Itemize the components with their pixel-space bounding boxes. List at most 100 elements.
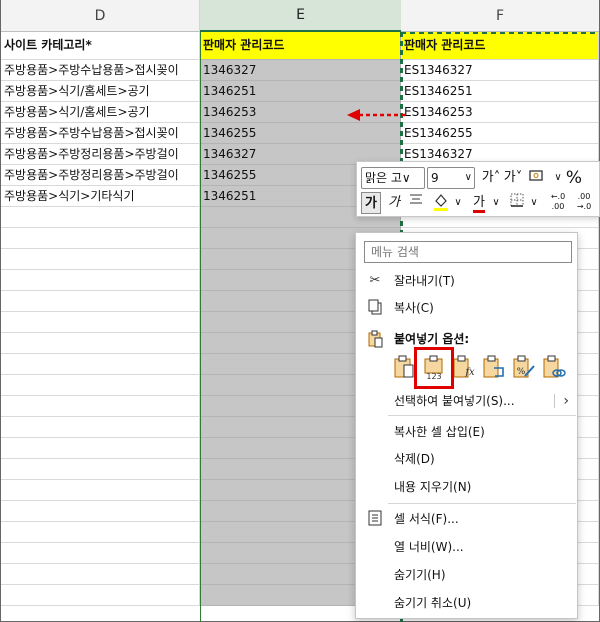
increase-decimal-button[interactable]: ←.0 .00: [547, 192, 569, 214]
cell-f[interactable]: ES1346327: [401, 60, 599, 81]
menu-item-insert-copied[interactable]: 복사한 셀 삽입(E): [356, 420, 577, 444]
red-arrow-annotation: [347, 109, 405, 121]
chevron-right-icon[interactable]: ›: [563, 389, 569, 413]
table-row: 주방용품>식기/홈세트>공기 1346253 ES1346253: [1, 102, 599, 123]
column-header-label: D: [94, 7, 106, 24]
empty-cell[interactable]: [1, 270, 200, 291]
empty-cell[interactable]: [1, 501, 200, 522]
menu-item-label: 숨기기(H): [394, 568, 446, 582]
font-color-button[interactable]: 가: [469, 192, 489, 214]
cell-f[interactable]: ES1346253: [401, 102, 599, 123]
empty-cell[interactable]: [1, 564, 200, 585]
percent-button[interactable]: %: [563, 167, 585, 189]
copy-icon: [366, 299, 384, 317]
scissors-icon: ✂: [369, 273, 381, 288]
menu-item-label: 선택하여 붙여넣기(S)...: [394, 394, 515, 408]
paste-link-icon[interactable]: [542, 354, 566, 380]
cell-f[interactable]: ES1346255: [401, 123, 599, 144]
bold-button[interactable]: 가: [361, 192, 381, 214]
menu-item-copy[interactable]: 복사(C): [356, 296, 577, 320]
table-header-row: 사이트 카테고리* 판매자 관리코드 판매자 관리코드: [1, 32, 599, 60]
decrease-decimal-button[interactable]: .00 →.0: [573, 192, 595, 214]
cell-e-header[interactable]: 판매자 관리코드: [200, 32, 401, 60]
empty-cell[interactable]: [1, 522, 200, 543]
cell-d[interactable]: 주방용품>식기/홈세트>공기: [1, 102, 200, 123]
chevron-down-icon[interactable]: ∨: [553, 167, 563, 189]
cell-d-header[interactable]: 사이트 카테고리*: [1, 32, 200, 60]
divider: [388, 503, 576, 504]
paste-options-header: 붙여넣기 옵션:: [356, 327, 577, 351]
empty-cell[interactable]: [1, 228, 200, 249]
menu-item-format-cells[interactable]: 셀 서식(F)...: [356, 507, 577, 531]
menu-item-label: 셀 서식(F)...: [394, 512, 459, 526]
chevron-down-icon[interactable]: ∨: [529, 192, 539, 214]
align-center-icon[interactable]: [407, 192, 425, 214]
empty-cell[interactable]: [1, 396, 200, 417]
paste-formula-label: fx: [464, 367, 475, 378]
column-header-f[interactable]: F: [401, 0, 599, 32]
cell-e[interactable]: 1346255: [200, 123, 401, 144]
increase-font-button[interactable]: 가˄: [481, 167, 501, 189]
italic-button[interactable]: 가: [385, 192, 403, 214]
menu-item-label: 내용 지우기(N): [394, 480, 472, 494]
paste-icon[interactable]: [392, 354, 416, 380]
cell-e[interactable]: 1346327: [200, 60, 401, 81]
cell-d[interactable]: 주방용품>주방정리용품>주방걸이: [1, 165, 200, 186]
menu-item-label: 복사(C): [394, 301, 434, 315]
chevron-down-icon[interactable]: ∨: [453, 192, 463, 214]
cell-d[interactable]: 주방용품>식기/홈세트>공기: [1, 81, 200, 102]
svg-text:%: %: [517, 367, 526, 377]
table-row: 주방용품>식기/홈세트>공기 1346251 ES1346251: [1, 81, 599, 102]
divider: [388, 415, 576, 416]
paste-formatting-icon[interactable]: %: [512, 354, 536, 380]
cell-d[interactable]: 주방용품>주방수납용품>접시꽂이: [1, 60, 200, 81]
empty-cell[interactable]: [1, 417, 200, 438]
copy-marquee-top: [401, 32, 599, 34]
column-header-e[interactable]: E: [200, 0, 401, 32]
empty-cell[interactable]: [1, 207, 200, 228]
menu-item-column-width[interactable]: 열 너비(W)...: [356, 535, 577, 559]
cell-f-header[interactable]: 판매자 관리코드: [401, 32, 599, 60]
cell-e[interactable]: 1346251: [200, 81, 401, 102]
accounting-format-icon[interactable]: [527, 167, 549, 189]
empty-cell[interactable]: [1, 585, 200, 606]
menu-search-input[interactable]: [364, 241, 572, 263]
format-cells-icon: [366, 510, 384, 528]
borders-icon[interactable]: [507, 192, 527, 214]
empty-cell[interactable]: [1, 543, 200, 564]
menu-item-hide[interactable]: 숨기기(H): [356, 563, 577, 587]
chevron-down-icon: ∨: [464, 172, 472, 183]
empty-cell[interactable]: [1, 249, 200, 270]
fill-color-icon[interactable]: [431, 192, 451, 214]
empty-cell[interactable]: [1, 354, 200, 375]
cell-d[interactable]: 주방용품>식기>기타식기: [1, 186, 200, 207]
empty-cell[interactable]: [1, 459, 200, 480]
column-header-label: E: [296, 7, 305, 23]
font-size-dropdown[interactable]: 9 ∨: [427, 167, 475, 189]
empty-cell[interactable]: [1, 333, 200, 354]
mini-toolbar: 맑은 고∨ 9 ∨ 가˄ 가˅ ∨ % 가 가 ∨ 가 ∨ ∨ ←.0 .00 .…: [356, 161, 600, 217]
font-name-dropdown[interactable]: 맑은 고∨: [361, 167, 425, 189]
cell-f[interactable]: ES1346251: [401, 81, 599, 102]
menu-item-clear[interactable]: 내용 지우기(N): [356, 475, 577, 499]
menu-item-unhide[interactable]: 숨기기 취소(U): [356, 591, 577, 615]
column-header-d[interactable]: D: [1, 0, 200, 32]
empty-cell[interactable]: [1, 291, 200, 312]
empty-cell[interactable]: [1, 312, 200, 333]
decrease-font-button[interactable]: 가˅: [503, 167, 523, 189]
empty-cell[interactable]: [1, 438, 200, 459]
menu-item-delete[interactable]: 삭제(D): [356, 447, 577, 471]
paste-formulas-icon[interactable]: fx: [452, 354, 476, 380]
paste-transpose-icon[interactable]: [482, 354, 506, 380]
chevron-down-icon[interactable]: ∨: [491, 192, 501, 214]
cell-d[interactable]: 주방용품>주방정리용품>주방걸이: [1, 144, 200, 165]
empty-cell[interactable]: [1, 375, 200, 396]
menu-item-paste-special[interactable]: 선택하여 붙여넣기(S)... ›: [356, 389, 577, 413]
table-row: 주방용품>주방수납용품>접시꽂이 1346255 ES1346255: [1, 123, 599, 144]
empty-cell[interactable]: [1, 480, 200, 501]
menu-item-label: 잘라내기(T): [394, 274, 455, 288]
menu-item-cut[interactable]: ✂ 잘라내기(T): [356, 269, 577, 293]
menu-item-label: 열 너비(W)...: [394, 540, 464, 554]
cell-d[interactable]: 주방용품>주방수납용품>접시꽂이: [1, 123, 200, 144]
menu-item-label: 삭제(D): [394, 452, 435, 466]
